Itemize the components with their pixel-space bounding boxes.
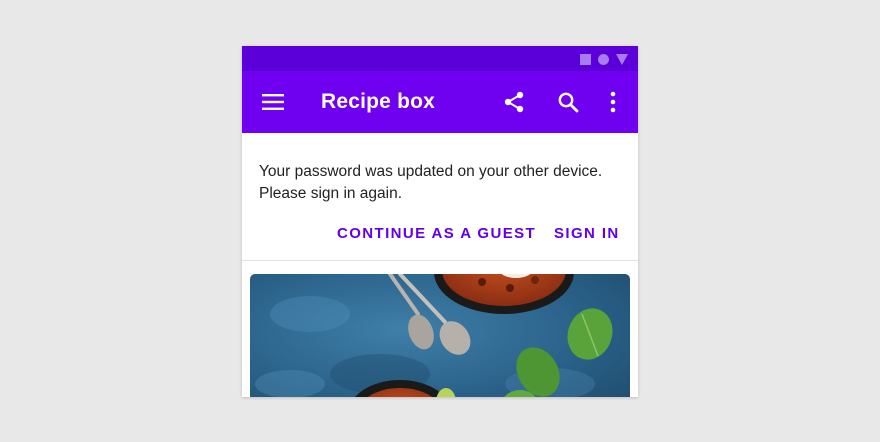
top-app-bar: Recipe box [242,71,638,133]
sign-in-button[interactable]: SIGN IN [554,225,620,242]
chili-bowls-image [250,274,630,397]
more-vert-icon[interactable] [608,90,618,114]
circle-icon [598,53,609,65]
screen-frame: Recipe box Your password was updated on [0,0,880,442]
status-bar [242,46,638,71]
phone-screen: Recipe box Your password was updated on [242,46,638,397]
menu-icon[interactable] [262,93,284,111]
banner: Your password was updated on your other … [242,133,638,261]
status-icons [580,52,628,66]
triangle-icon [616,53,628,65]
search-icon[interactable] [556,90,580,114]
banner-message: Your password was updated on your other … [259,161,619,205]
continue-as-guest-button[interactable]: CONTINUE AS A GUEST [337,225,536,242]
share-icon[interactable] [502,90,526,114]
square-icon [580,53,591,65]
app-title: Recipe box [321,90,436,113]
recipe-card-image[interactable] [250,274,630,397]
banner-message-line-1: Your password was updated on your other … [259,163,603,180]
banner-message-line-2: Please sign in again. [259,185,403,202]
